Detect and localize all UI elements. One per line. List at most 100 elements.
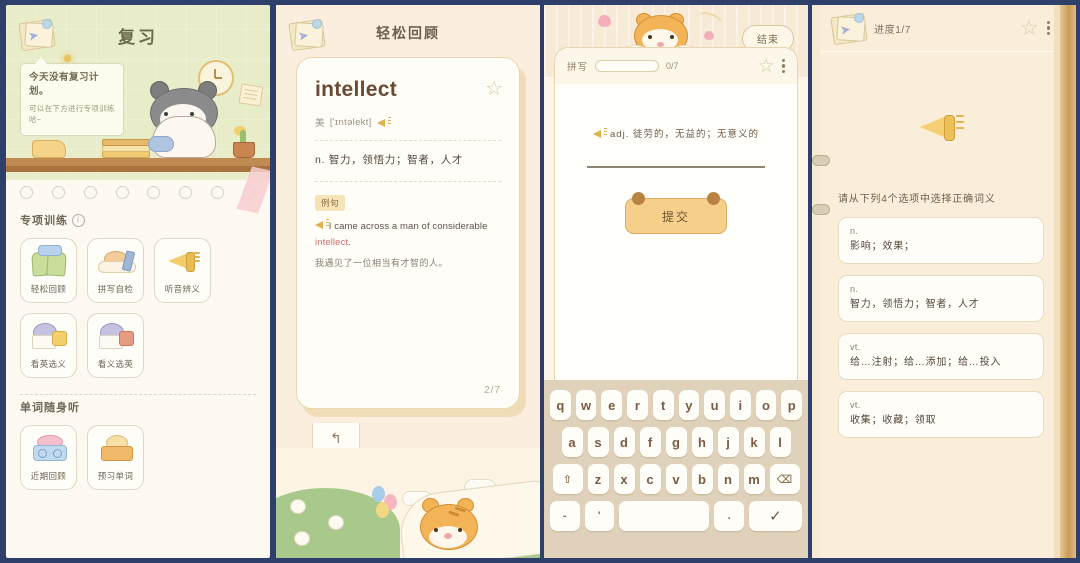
quiz-option-4[interactable]: vt. 收集；收藏；领取: [838, 391, 1044, 438]
word-title: intellect: [315, 78, 398, 101]
phonetic-text: ['ɪntəlekt]: [329, 116, 372, 128]
shift-icon[interactable]: ⇧: [552, 464, 583, 494]
word-card-header: ➤ 轻松回顾: [276, 5, 540, 57]
key-s[interactable]: s: [587, 427, 609, 457]
example-en-before: I came across a man of considerable: [328, 220, 488, 232]
bubble-line-1: 今天没有复习计划。: [29, 72, 100, 97]
key-u[interactable]: u: [704, 390, 725, 420]
panel-review-home: ➤ 复习 今天没有复习计划。 可以在下方进行专项训练哈~ 专项训练 i 轻松回顾…: [6, 5, 270, 558]
key-l[interactable]: l: [769, 427, 791, 457]
key-i[interactable]: i: [729, 390, 751, 420]
keyboard-row-3: ⇧ z x c v b n m ⌫: [550, 464, 802, 494]
key-j[interactable]: j: [717, 427, 739, 457]
tile-spelling-selfcheck[interactable]: 拼写自检: [87, 238, 144, 303]
option-meaning: 收集；收藏；领取: [850, 415, 937, 426]
spelling-progress-bar: 拼写 0/7 ☆: [555, 48, 797, 85]
quiz-options: n. 影响；效果； n. 智力，领悟力；智者，人才 vt. 给…注射；给…添加；…: [838, 217, 1044, 438]
option-meaning: 影响；效果；: [850, 241, 915, 252]
tile-recent-review[interactable]: 近期回顾: [20, 425, 77, 490]
book-stack-icon: [102, 139, 150, 158]
tile-meaning-to-en[interactable]: 看义选英: [87, 313, 144, 378]
keyboard-row-4: - ' . ✓: [550, 501, 802, 531]
speaker-icon[interactable]: [593, 129, 608, 138]
heart-icon: [598, 15, 611, 27]
potted-plant-icon: [230, 126, 256, 158]
speaker-icon[interactable]: [315, 220, 329, 229]
tile-en-to-meaning[interactable]: 看英选义: [20, 313, 77, 378]
tile-listen-meaning[interactable]: 听音辨义: [154, 238, 211, 303]
quiz-prompt: 请从下列4个选项中选择正确词义: [838, 194, 996, 205]
quiz-option-2[interactable]: n. 智力，领悟力；智者，人才: [838, 275, 1044, 322]
key-v[interactable]: v: [665, 464, 687, 494]
key-h[interactable]: h: [691, 427, 713, 457]
tile-easy-review[interactable]: 轻松回顾: [20, 238, 77, 303]
quiz-background: ➤ 进度1/7 ☆ 请从下列4个选项中选择正确词义 n. 影响；效果； n. 智…: [812, 5, 1076, 558]
cheese-icon: [32, 140, 66, 158]
example-en-after: .: [348, 236, 351, 248]
star-icon[interactable]: ☆: [758, 55, 775, 78]
tile-preview-words[interactable]: 预习单词: [87, 425, 144, 490]
quiz-option-3[interactable]: vt. 给…注射；给…添加；给…投入: [838, 333, 1044, 380]
word-definition: n. 智力，领悟力；智者，人才: [315, 154, 464, 166]
section-heading-listen: 单词随身听: [20, 399, 256, 415]
answer-input-line[interactable]: [587, 166, 765, 168]
key-k[interactable]: k: [743, 427, 765, 457]
key-a[interactable]: a: [561, 427, 583, 457]
backspace-icon[interactable]: ⌫: [769, 464, 800, 494]
key-c[interactable]: c: [639, 464, 661, 494]
tiger-mascot: [420, 498, 478, 550]
star-icon[interactable]: ☆: [485, 76, 503, 101]
submit-button[interactable]: 提交: [625, 192, 727, 234]
key-apostrophe[interactable]: ': [584, 501, 614, 531]
key-y[interactable]: y: [678, 390, 700, 420]
key-z[interactable]: z: [587, 464, 609, 494]
tile-label: 看英选义: [30, 359, 67, 369]
key-space[interactable]: [618, 501, 710, 531]
key-d[interactable]: d: [613, 427, 635, 457]
spelling-label: 拼写: [567, 62, 589, 73]
listen-tile-grid: 近期回顾 预习单词: [20, 425, 256, 490]
quiz-option-1[interactable]: n. 影响；效果；: [838, 217, 1044, 264]
key-o[interactable]: o: [755, 390, 777, 420]
option-pos: n.: [850, 226, 859, 236]
speaker-icon[interactable]: [376, 118, 391, 127]
notebook-spiral-binding: [812, 155, 830, 215]
star-icon[interactable]: ☆: [1020, 16, 1039, 41]
tile-label: 看义选英: [97, 359, 134, 369]
question-definition: adj. 徒劳的，无益的；无意义的: [610, 129, 759, 140]
option-pos: n.: [850, 284, 859, 294]
reading-child-icon: [88, 426, 143, 470]
word-card-wrapper: ☆ intellect 美 ['ɪntəlekt] n. 智力，领悟力；智者，人…: [296, 57, 520, 409]
key-period[interactable]: .: [714, 501, 744, 531]
radio-icon: [21, 426, 76, 470]
key-t[interactable]: t: [652, 390, 674, 420]
footer-illustration: [276, 448, 540, 558]
tile-label: 预习单词: [97, 471, 134, 481]
key-g[interactable]: g: [665, 427, 687, 457]
key-b[interactable]: b: [691, 464, 713, 494]
key-m[interactable]: m: [743, 464, 765, 494]
check-icon[interactable]: ✓: [748, 501, 802, 531]
progress-track: [595, 60, 660, 72]
shelf-divider: [6, 158, 270, 172]
section-heading-listen-label: 单词随身听: [20, 402, 80, 414]
key-r[interactable]: r: [627, 390, 648, 420]
panel-spelling-quiz: 结束 拼写 0/7 ☆ adj. 徒劳的，无益的；无意义的 提交 q w e r…: [544, 5, 808, 558]
key-n[interactable]: n: [717, 464, 739, 494]
more-vertical-icon[interactable]: [1046, 20, 1050, 36]
more-vertical-icon[interactable]: [781, 58, 785, 74]
tile-label: 听音辨义: [164, 284, 201, 294]
info-icon[interactable]: i: [72, 213, 85, 227]
key-f[interactable]: f: [639, 427, 661, 457]
speaker-big-icon[interactable]: [918, 110, 964, 144]
key-p[interactable]: p: [781, 390, 803, 420]
key-dash[interactable]: -: [550, 501, 580, 531]
key-e[interactable]: e: [601, 390, 623, 420]
key-w[interactable]: w: [575, 390, 597, 420]
notebook-perforation: [6, 180, 270, 206]
key-x[interactable]: x: [613, 464, 635, 494]
speaker-icon: [155, 239, 210, 283]
progress-counter: 0/7: [666, 61, 679, 71]
clipboard-arrow-icon: ➤: [830, 12, 868, 46]
key-q[interactable]: q: [549, 390, 571, 420]
